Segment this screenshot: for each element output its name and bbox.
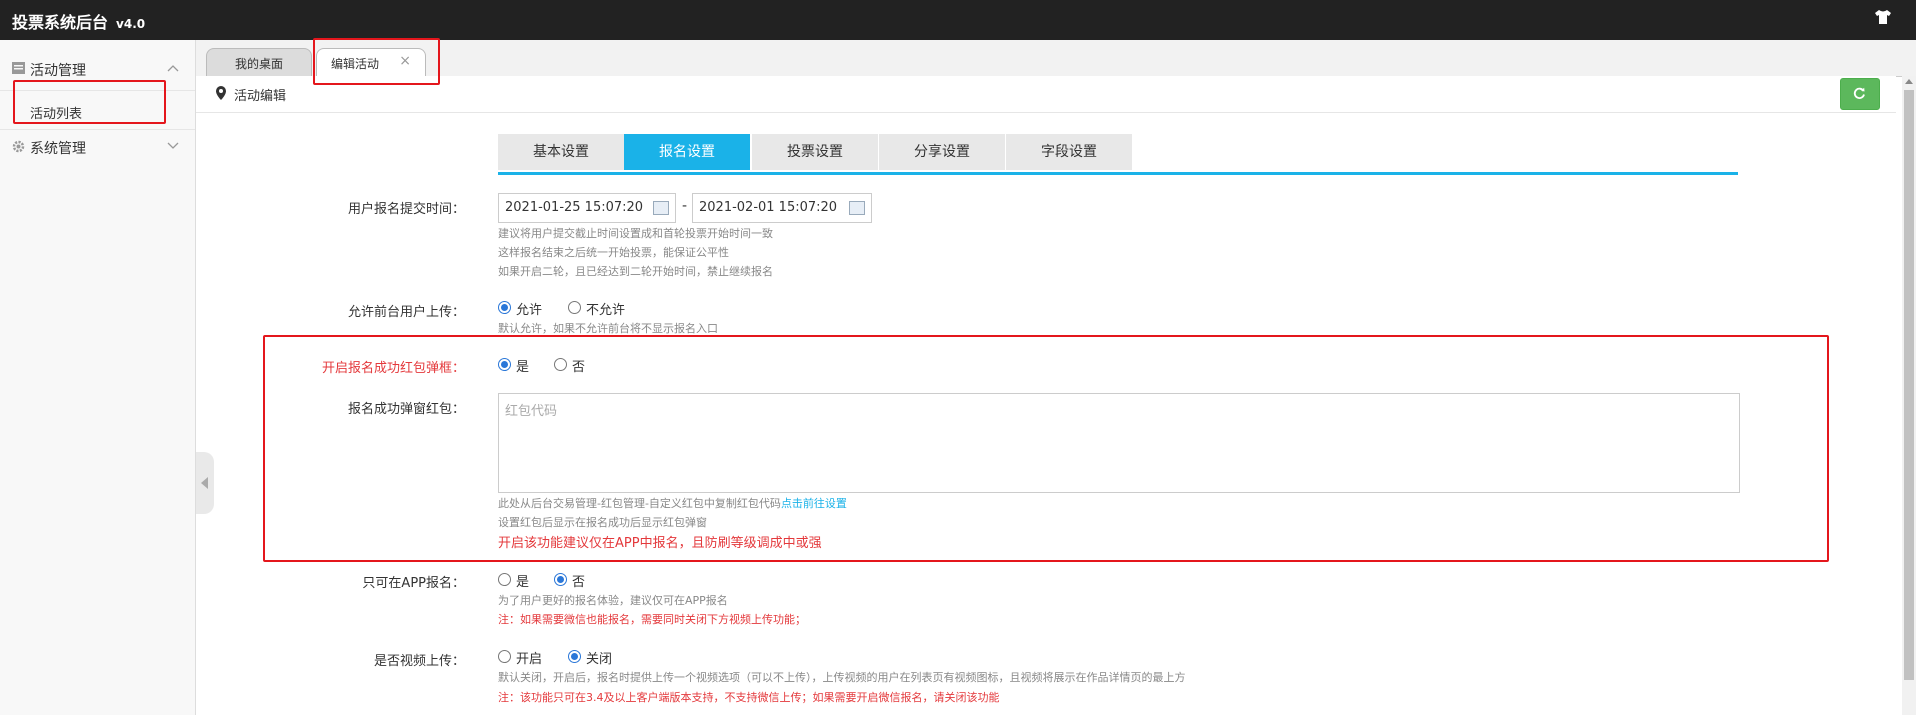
map-pin-icon bbox=[216, 86, 226, 104]
submit-time-help: 如果开启二轮，且已经达到二轮开始时间，禁止继续报名 bbox=[498, 265, 773, 278]
calendar-icon[interactable] bbox=[849, 201, 865, 215]
radio-checked bbox=[498, 301, 511, 314]
top-bar: 投票系统后台 v4.0 bbox=[0, 0, 1916, 40]
chevron-down-icon bbox=[167, 139, 179, 154]
radio-label: 允许 bbox=[516, 303, 543, 318]
video-upload-help: 默认关闭，开启后，报名时提供上传一个视频选项（可以不上传），上传视频的用户在列表… bbox=[498, 671, 1186, 684]
start-time-value: 2021-01-25 15:07:20 bbox=[505, 200, 644, 215]
submit-time-help: 建议将用户提交截止时间设置成和首轮投票开始时间一致 bbox=[498, 227, 773, 240]
video-upload-note: 注：该功能只可在3.4及以上客户端版本支持，不支持微信上传；如果需要开启微信报名… bbox=[498, 691, 1000, 704]
radio-unchecked bbox=[498, 650, 511, 663]
radio-label: 是 bbox=[516, 575, 530, 590]
sidebar-group-system[interactable]: 系统管理 bbox=[0, 128, 195, 164]
breadcrumb: 活动编辑 bbox=[234, 89, 287, 104]
annotation-box bbox=[13, 80, 166, 124]
app-only-note: 注：如果需要微信也能报名，需要同时关闭下方视频上传功能； bbox=[498, 613, 806, 626]
tab-my-desktop[interactable]: 我的桌面 bbox=[206, 48, 312, 77]
refresh-icon bbox=[1853, 87, 1865, 99]
date-range-separator: - bbox=[682, 198, 688, 214]
chevron-up-icon bbox=[167, 61, 179, 76]
sidebar: 活动管理 活动列表 系统管理 bbox=[0, 40, 196, 715]
allow-upload-help: 默认允许，如果不允许前台将不显示报名入口 bbox=[498, 322, 718, 335]
refresh-button[interactable] bbox=[1840, 78, 1880, 110]
app-version: v4.0 bbox=[116, 17, 146, 31]
sidebar-group-label: 系统管理 bbox=[30, 141, 86, 157]
radio-label: 开启 bbox=[516, 652, 543, 667]
section-tabs: 基本设置 报名设置 投票设置 分享设置 字段设置 bbox=[498, 134, 1738, 175]
app-brand[interactable]: 投票系统后台 v4.0 bbox=[12, 9, 145, 33]
sidebar-group-label: 活动管理 bbox=[30, 63, 86, 79]
scrollbar[interactable] bbox=[1902, 76, 1916, 715]
scroll-up-arrow bbox=[1905, 79, 1913, 84]
radio-label: 不允许 bbox=[586, 303, 626, 318]
end-time-input[interactable]: 2021-02-01 15:07:20 bbox=[692, 193, 872, 223]
tshirt-icon[interactable] bbox=[1874, 9, 1892, 29]
end-time-value: 2021-02-01 15:07:20 bbox=[699, 200, 838, 215]
app-only-label: 只可在APP报名： bbox=[362, 576, 465, 591]
radio-checked bbox=[568, 650, 581, 663]
page-header: 活动编辑 bbox=[196, 76, 1896, 113]
scrollbar-thumb[interactable] bbox=[1904, 90, 1914, 680]
allow-upload-label: 允许前台用户上传： bbox=[347, 305, 465, 320]
tab-field-settings[interactable]: 字段设置 bbox=[1006, 134, 1134, 170]
radio-label: 关闭 bbox=[586, 652, 613, 667]
tab-vote-settings[interactable]: 投票设置 bbox=[752, 134, 880, 170]
start-time-input[interactable]: 2021-01-25 15:07:20 bbox=[498, 193, 676, 223]
submit-time-help: 这样报名结束之后统一开始投票，能保证公平性 bbox=[498, 246, 729, 259]
tab-basic-settings[interactable]: 基本设置 bbox=[498, 134, 626, 170]
sidebar-collapse-handle[interactable] bbox=[196, 452, 214, 514]
tab-bar: 我的桌面 编辑活动 × bbox=[196, 40, 1916, 78]
video-upload-label: 是否视频上传： bbox=[373, 654, 465, 669]
annotation-box bbox=[313, 38, 440, 85]
gear-icon bbox=[12, 140, 25, 157]
radio-label: 否 bbox=[572, 575, 586, 590]
tab-share-settings[interactable]: 分享设置 bbox=[879, 134, 1007, 170]
app-title: 投票系统后台 bbox=[12, 13, 109, 32]
tab-signup-settings[interactable]: 报名设置 bbox=[624, 134, 752, 170]
annotation-box bbox=[263, 335, 1829, 562]
radio-unchecked bbox=[568, 301, 581, 314]
submit-time-label: 用户报名提交时间： bbox=[347, 202, 465, 217]
radio-checked bbox=[554, 573, 567, 586]
list-icon bbox=[12, 62, 25, 78]
tab-label: 我的桌面 bbox=[234, 57, 283, 71]
calendar-icon[interactable] bbox=[653, 201, 669, 215]
radio-unchecked bbox=[498, 573, 511, 586]
app-only-help: 为了用户更好的报名体验，建议仅可在APP报名 bbox=[498, 594, 728, 607]
